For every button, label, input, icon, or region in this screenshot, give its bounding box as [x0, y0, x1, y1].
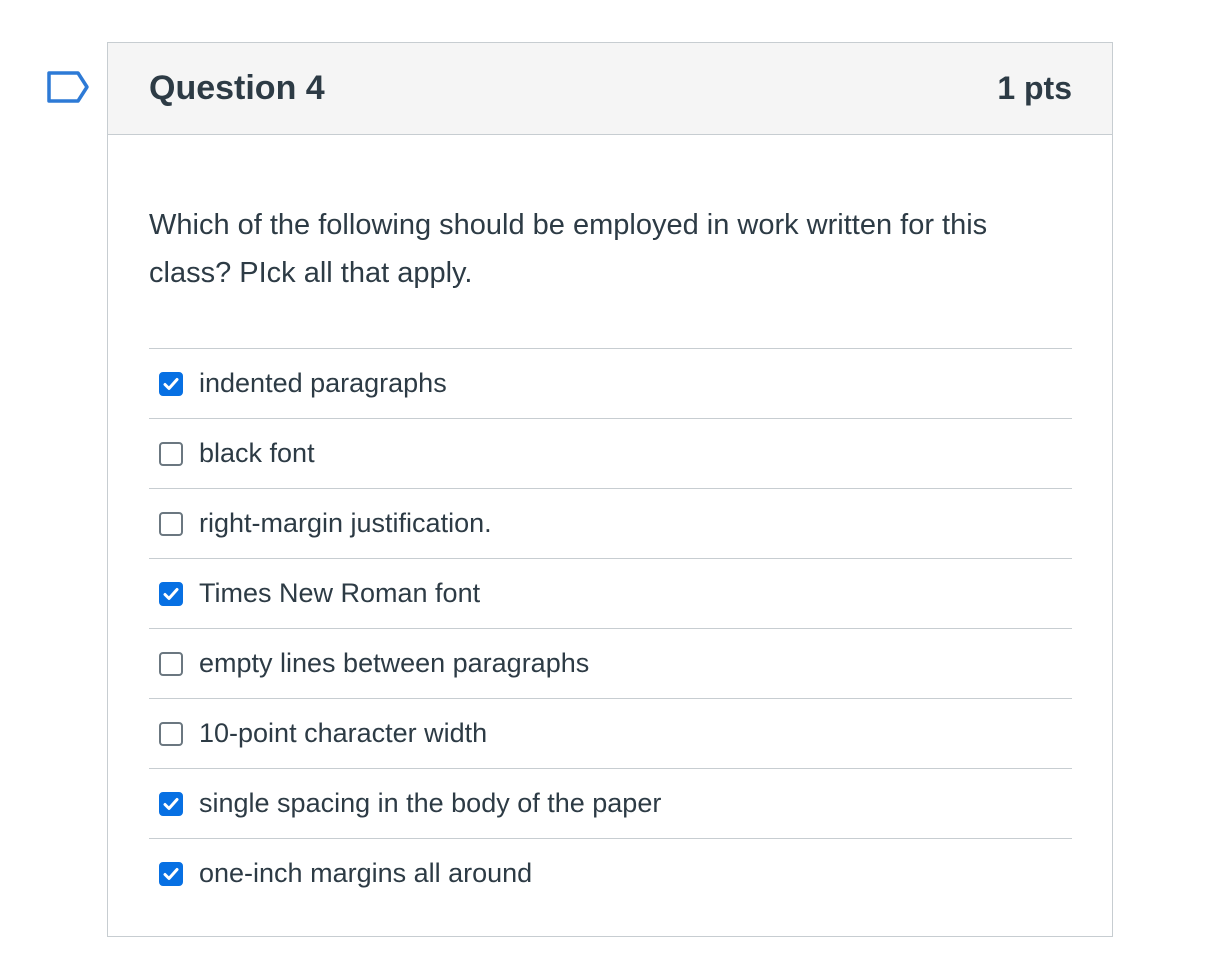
answer-option[interactable]: right-margin justification.	[149, 489, 1072, 559]
checkmark-icon	[163, 867, 179, 880]
answer-list: indented paragraphs black font right-mar…	[149, 348, 1072, 908]
answer-checkbox[interactable]	[159, 861, 183, 886]
answer-label: one-inch margins all around	[199, 858, 533, 888]
answer-checkbox[interactable]	[159, 441, 183, 466]
question-card: Question 4 1 pts Which of the following …	[107, 42, 1113, 937]
question-points: 1 pts	[997, 70, 1072, 106]
answer-checkbox[interactable]	[159, 581, 183, 606]
question-header: Question 4 1 pts	[108, 43, 1112, 135]
answer-option[interactable]: single spacing in the body of the paper	[149, 769, 1072, 839]
answer-option[interactable]: Times New Roman font	[149, 559, 1072, 629]
answer-label: black font	[199, 438, 315, 468]
answer-option[interactable]: one-inch margins all around	[149, 839, 1072, 908]
answer-label: indented paragraphs	[199, 368, 447, 398]
answer-label: Times New Roman font	[199, 578, 481, 608]
answer-checkbox[interactable]	[159, 651, 183, 676]
answer-checkbox[interactable]	[159, 791, 183, 816]
question-text: Which of the following should be employe…	[149, 209, 988, 289]
answer-checkbox[interactable]	[159, 511, 183, 536]
quiz-page: Question 4 1 pts Which of the following …	[0, 0, 1214, 978]
answer-label: single spacing in the body of the paper	[199, 788, 662, 818]
answer-label: empty lines between paragraphs	[199, 648, 590, 678]
answer-option[interactable]: indented paragraphs	[149, 349, 1072, 419]
question-title: Question 4	[149, 69, 325, 107]
answer-option[interactable]: empty lines between paragraphs	[149, 629, 1072, 699]
answer-option[interactable]: black font	[149, 419, 1072, 489]
answer-label: 10-point character width	[199, 718, 488, 748]
answer-option[interactable]: 10-point character width	[149, 699, 1072, 769]
question-body: Which of the following should be employe…	[108, 201, 1112, 908]
answer-checkbox[interactable]	[159, 371, 183, 396]
checkmark-icon	[163, 377, 179, 390]
answer-label: right-margin justification.	[199, 508, 492, 538]
flag-question-icon[interactable]	[46, 70, 90, 104]
checkmark-icon	[163, 797, 179, 810]
checkmark-icon	[163, 587, 179, 600]
answer-checkbox[interactable]	[159, 721, 183, 746]
